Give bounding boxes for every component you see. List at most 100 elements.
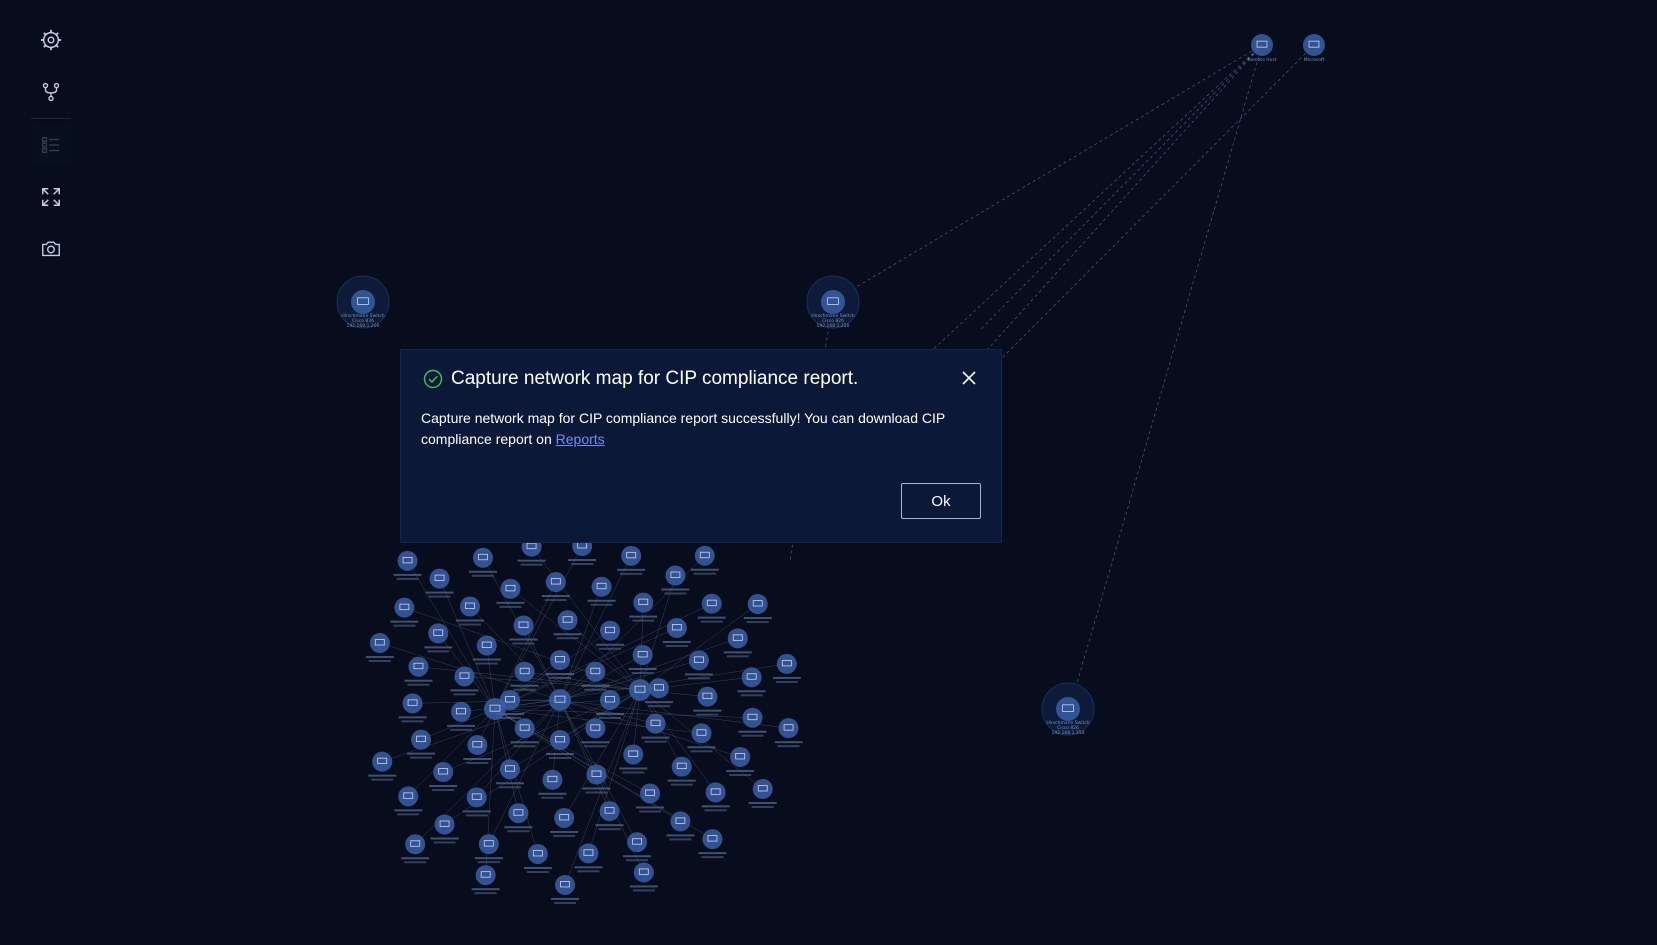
device-label [687,677,710,680]
device-node[interactable] [555,874,576,895]
device-node[interactable] [557,610,578,631]
device-node[interactable] [550,650,570,670]
device-label [463,758,492,761]
device-label [647,705,670,708]
device-node[interactable] [451,701,472,722]
device-node[interactable] [691,723,712,744]
hub-node[interactable] [549,689,571,711]
device-node[interactable] [408,656,429,677]
device-node[interactable] [632,644,653,665]
remote-node[interactable] [1303,34,1325,56]
device-node[interactable] [591,576,612,597]
device-node[interactable] [586,764,607,785]
list-view-button[interactable] [31,125,71,165]
fit-screen-button[interactable] [31,177,71,217]
device-node[interactable] [514,661,535,682]
device-node[interactable] [694,545,715,566]
device-node[interactable] [633,862,654,883]
device-node[interactable] [585,718,606,739]
device-node[interactable] [402,693,423,714]
device-node[interactable] [702,829,723,850]
device-node[interactable] [478,834,499,855]
ok-button[interactable]: Ok [901,483,981,519]
device-label [550,830,579,833]
device-node[interactable] [627,832,648,853]
remote-node[interactable] [1251,34,1273,56]
device-node[interactable] [633,592,654,613]
device-node[interactable] [585,661,606,682]
device-node[interactable] [454,666,475,687]
device-node[interactable] [428,623,449,644]
device-node[interactable] [742,707,763,728]
device-node[interactable] [623,744,644,765]
reports-link[interactable]: Reports [556,431,605,447]
device-node[interactable] [670,811,691,832]
hub-node[interactable] [484,698,506,720]
device-node[interactable] [508,803,529,824]
device-label [596,643,625,646]
hub-node[interactable] [629,679,651,701]
device-node[interactable] [730,746,751,767]
device-node[interactable] [621,545,642,566]
device-node[interactable] [697,686,718,707]
device-node[interactable] [369,633,390,654]
device-node[interactable] [741,667,762,688]
device-node[interactable] [527,843,548,864]
device-node[interactable] [542,769,563,790]
device-label [661,588,690,591]
device-node[interactable] [778,718,799,739]
device-node[interactable] [666,617,687,638]
device-node[interactable] [665,565,686,586]
device-node[interactable] [514,718,535,739]
device-node[interactable] [411,729,432,750]
device-node[interactable] [467,735,488,756]
device-node[interactable] [434,814,455,835]
device-node[interactable] [397,550,418,571]
device-label [541,595,570,598]
device-node[interactable] [648,678,669,699]
device-node[interactable] [459,596,480,617]
device-node[interactable] [550,730,570,750]
camera-icon [42,241,60,257]
device-node[interactable] [600,690,620,710]
device-node[interactable] [645,713,666,734]
device-node[interactable] [372,751,393,772]
topology-icon [42,82,60,102]
dialog-close-button[interactable] [959,368,979,388]
device-node[interactable] [476,635,497,656]
device-node[interactable] [405,834,426,855]
device-node[interactable] [600,620,621,641]
device-node[interactable] [398,786,419,807]
device-node[interactable] [599,801,620,822]
settings-button[interactable] [31,20,71,60]
device-node[interactable] [578,843,599,864]
device-label [450,728,473,731]
device-node[interactable] [500,578,521,599]
device-node[interactable] [394,597,415,618]
device-node[interactable] [727,628,748,649]
device-node[interactable] [554,807,575,828]
device-node[interactable] [701,593,722,614]
device-node[interactable] [776,653,797,674]
device-node[interactable] [475,865,496,886]
device-node[interactable] [640,783,661,804]
device-node[interactable] [705,782,726,803]
device-node[interactable] [433,762,454,783]
device-label [471,574,494,577]
device-node[interactable] [747,594,768,615]
device-node[interactable] [752,778,773,799]
device-label [468,570,497,573]
device-node[interactable] [429,568,450,589]
device-node[interactable] [513,615,534,636]
topology-button[interactable] [31,72,71,112]
device-label [746,621,769,624]
device-node[interactable] [545,572,566,593]
device-label [670,783,693,786]
device-node[interactable] [671,756,692,777]
screenshot-button[interactable] [31,229,71,269]
device-node[interactable] [472,547,493,568]
device-label [401,857,430,860]
device-node[interactable] [499,759,520,780]
device-node[interactable] [688,650,709,671]
device-node[interactable] [466,787,487,808]
